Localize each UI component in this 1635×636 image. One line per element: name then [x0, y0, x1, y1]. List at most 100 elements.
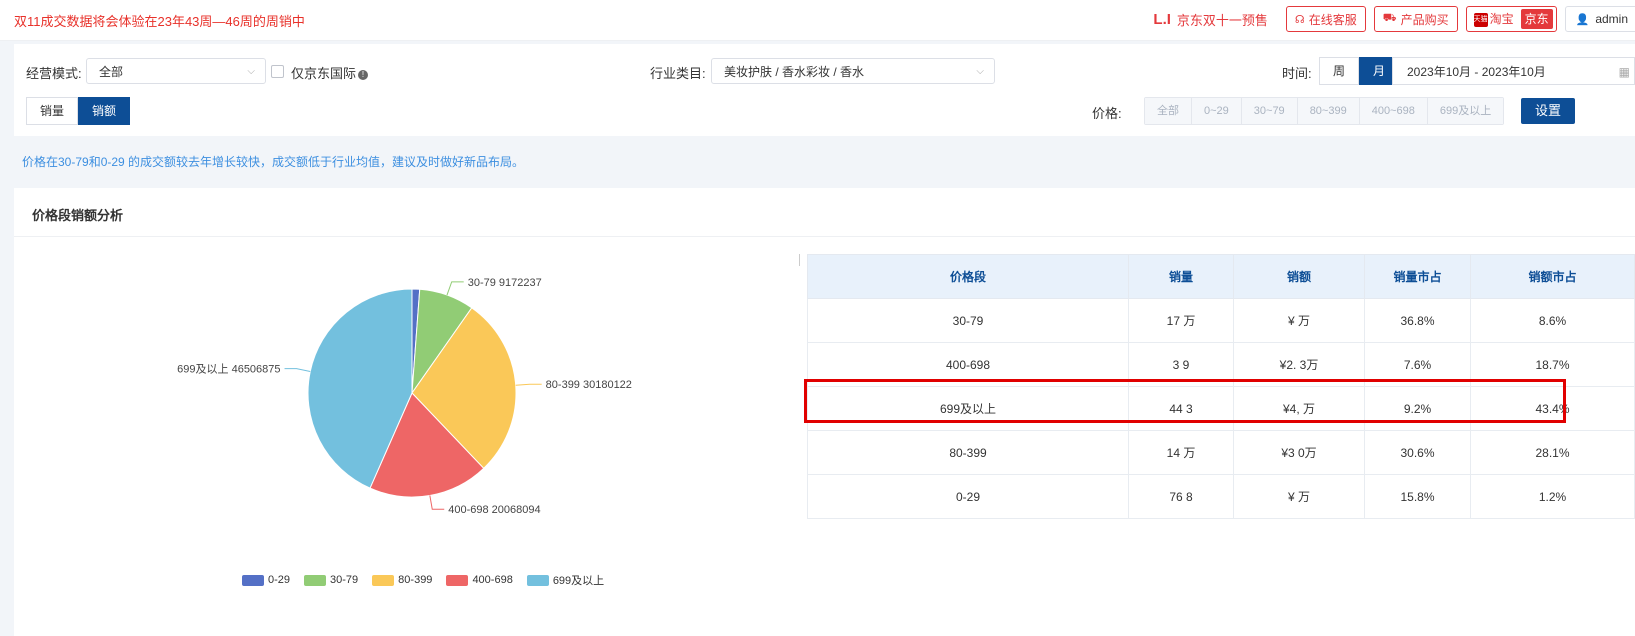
- table-row: 30-79 17 万 ¥ 万 36.8% 8.6%: [807, 298, 1635, 343]
- filter-panel: 经营模式: 全部 ⌵ 仅京东国际! 行业类目: 美妆护肤 / 香水彩妆 / 香水…: [14, 44, 1635, 136]
- user-icon: 👤: [1575, 13, 1590, 26]
- legend-swatch: [304, 574, 327, 586]
- table-cell: 15.8%: [1364, 474, 1471, 519]
- taobao-label: 淘宝: [1489, 12, 1514, 26]
- price-range-699-plus[interactable]: 699及以上: [1427, 98, 1504, 124]
- table-cell: 8.6%: [1470, 298, 1635, 343]
- legend-label: 0-29: [268, 574, 291, 586]
- tmall-icon: 天猫: [1473, 12, 1488, 27]
- legend-swatch: [242, 574, 264, 586]
- jd-logo-icon: L.I: [1153, 10, 1171, 28]
- card-title: 价格段销额分析: [32, 208, 124, 223]
- table-row: 80-399 14 万 ¥3 0万 30.6% 28.1%: [807, 430, 1635, 475]
- col-volume[interactable]: 销量: [1128, 254, 1234, 299]
- table-cell: 28.1%: [1470, 430, 1635, 475]
- table-cell: 30-79: [807, 298, 1129, 343]
- col-volume-share[interactable]: 销量市占: [1364, 254, 1471, 299]
- table-cell: ¥ 万: [1233, 298, 1365, 343]
- tab-sales-volume[interactable]: 销量: [26, 97, 79, 125]
- industry-select[interactable]: 美妆护肤 / 香水彩妆 / 香水 ⌵: [711, 58, 995, 84]
- legend-item-0-29[interactable]: 0-29: [242, 572, 290, 588]
- table-cell: 1.2%: [1470, 474, 1635, 519]
- price-range-0-29[interactable]: 0~29: [1192, 98, 1242, 124]
- mode-value: 全部: [99, 65, 124, 79]
- jd-tab[interactable]: 京东: [1520, 9, 1553, 29]
- online-service-button[interactable]: ☊ 在线客服: [1285, 6, 1366, 32]
- table-cell: ¥3 0万: [1233, 430, 1365, 475]
- price-range-all[interactable]: 全部: [1145, 98, 1192, 124]
- price-label: 价格:: [1092, 106, 1122, 121]
- product-purchase-button[interactable]: ⛟ 产品购买: [1373, 6, 1458, 32]
- legend-item-699及以上[interactable]: 699及以上: [526, 572, 605, 588]
- legend-label: 400-698: [472, 574, 513, 586]
- legend-item-400-698[interactable]: 400-698: [446, 572, 513, 588]
- mode-select[interactable]: 全部 ⌵: [86, 58, 266, 84]
- divider: [799, 254, 800, 266]
- label-line-400-698: [429, 495, 445, 510]
- table-cell: 76 8: [1128, 474, 1234, 519]
- presale-label: 京东双十一预售: [1176, 12, 1268, 28]
- jd-intl-text: 仅京东国际: [291, 66, 357, 81]
- time-granularity-tabs: 周 月: [1319, 57, 1400, 85]
- chart-legend: 0-29 30-79 80-399 400-698 699及以上: [242, 572, 604, 588]
- tab-sales-amount[interactable]: 销额: [78, 97, 131, 125]
- time-label: 时间:: [1282, 66, 1312, 81]
- legend-swatch: [526, 574, 549, 586]
- table-cell: 36.8%: [1364, 298, 1471, 343]
- jd-presale-link[interactable]: L.I 京东双十一预售: [1153, 10, 1268, 29]
- mode-label: 经营模式:: [26, 66, 82, 81]
- settings-button[interactable]: 设置: [1521, 98, 1576, 124]
- legend-swatch: [446, 574, 469, 586]
- col-amount[interactable]: 销额: [1233, 254, 1365, 299]
- user-menu[interactable]: 👤 admin: [1564, 6, 1635, 32]
- calendar-icon: ▦: [1618, 65, 1630, 79]
- user-name: admin: [1595, 12, 1628, 26]
- table-cell: 14 万: [1128, 430, 1234, 475]
- price-range-400-698[interactable]: 400~698: [1359, 98, 1428, 124]
- legend-label: 30-79: [330, 574, 359, 586]
- product-purchase-label: 产品购买: [1400, 12, 1449, 27]
- label-line-699及以上: [284, 368, 311, 373]
- label-line-30-79: [446, 281, 464, 296]
- tab-week[interactable]: 周: [1319, 57, 1360, 85]
- table-header-row: 价格段 销量 销额 销量市占 销额市占: [807, 254, 1635, 299]
- price-range-30-79[interactable]: 30~79: [1241, 98, 1298, 124]
- table-cell: ¥ 万: [1233, 474, 1365, 519]
- data-label-30-79: 30-79 9172237: [468, 277, 542, 289]
- data-label-699及以上: 699及以上 46506875: [177, 363, 280, 376]
- jd-intl-label: 仅京东国际!: [291, 63, 369, 82]
- price-range-80-399[interactable]: 80~399: [1297, 98, 1360, 124]
- table-row: 0-29 76 8 ¥ 万 15.8% 1.2%: [807, 474, 1635, 519]
- date-range-picker[interactable]: 2023年10月 - 2023年10月 ▦: [1392, 57, 1635, 85]
- data-label-80-399: 80-399 30180122: [546, 379, 632, 391]
- platform-switch: 天猫 淘宝 京东: [1465, 6, 1557, 32]
- highlight-box: [804, 379, 1566, 423]
- legend-label: 80-399: [398, 574, 433, 586]
- headset-icon: ☊: [1294, 13, 1305, 26]
- table-cell: 0-29: [807, 474, 1129, 519]
- table-cell: 30.6%: [1364, 430, 1471, 475]
- table-cell: 17 万: [1128, 298, 1234, 343]
- cart-icon: ⛟: [1382, 12, 1397, 24]
- industry-label: 行业类目:: [650, 66, 706, 81]
- chevron-down-icon: ⌵: [247, 66, 255, 77]
- jd-intl-checkbox[interactable]: [271, 65, 284, 78]
- divider: [14, 236, 1635, 237]
- col-price-range[interactable]: 价格段: [807, 254, 1129, 299]
- col-amount-share[interactable]: 销额市占: [1470, 254, 1635, 299]
- legend-label: 699及以上: [552, 575, 605, 587]
- label-line-80-399: [515, 383, 542, 386]
- table-cell: 80-399: [807, 430, 1129, 475]
- taobao-tab[interactable]: 天猫 淘宝: [1470, 9, 1518, 29]
- legend-item-30-79[interactable]: 30-79: [304, 572, 358, 588]
- legend-swatch: [372, 574, 395, 586]
- online-service-label: 在线客服: [1308, 12, 1357, 27]
- info-icon[interactable]: !: [358, 69, 369, 80]
- notice-text: 双11成交数据将会体验在23年43周—46周的周销中: [14, 14, 305, 29]
- data-label-400-698: 400-698 20068094: [448, 504, 540, 516]
- insight-tip: 价格在30-79和0-29 的成交额较去年增长较快，成交额低于行业均值，建议及时…: [22, 155, 525, 169]
- date-range-value: 2023年10月 - 2023年10月: [1407, 65, 1546, 79]
- industry-value: 美妆护肤 / 香水彩妆 / 香水: [724, 65, 865, 79]
- chevron-down-icon: ⌵: [976, 66, 984, 77]
- legend-item-80-399[interactable]: 80-399: [372, 572, 432, 588]
